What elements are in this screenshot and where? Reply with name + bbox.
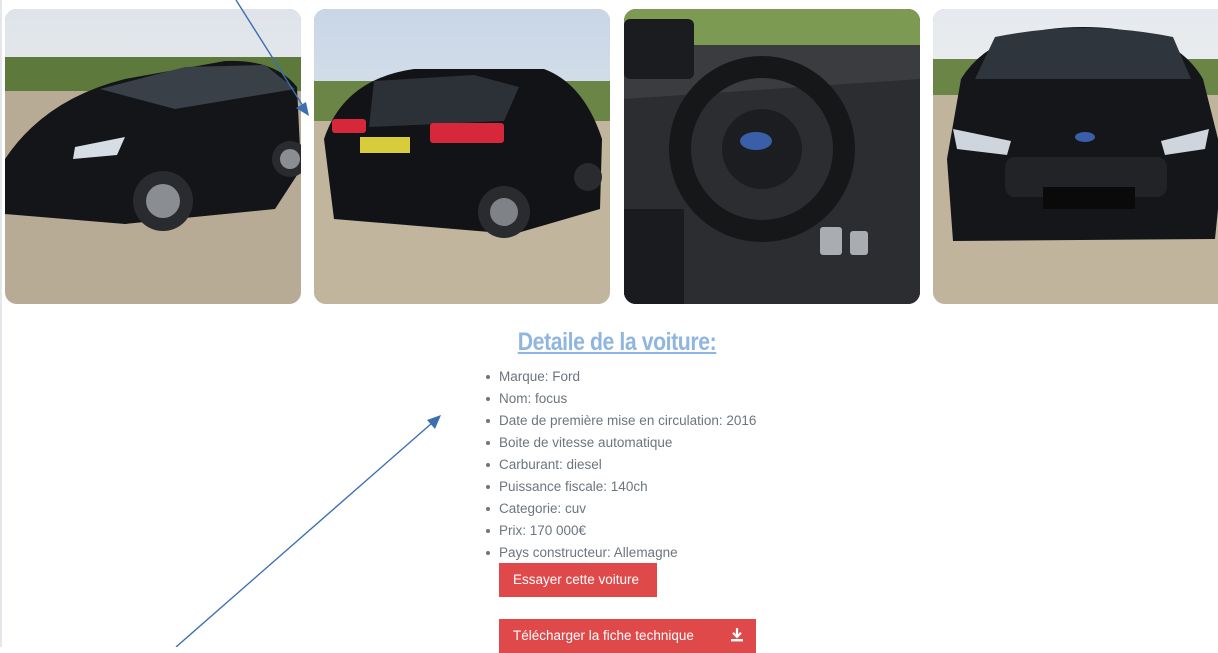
spec-text: Carburant: diesel [499,457,602,472]
spec-text: Date de première mise en circulation: 20… [499,413,757,428]
spec-text: Boite de vitesse automatique [499,435,673,450]
car-photo-front[interactable] [933,9,1218,304]
car-photo-interior[interactable] [624,9,920,304]
bullet-icon [486,485,490,489]
left-border [0,0,2,647]
bullet-icon [486,419,490,423]
bullet-icon [486,375,490,379]
spec-text: Categorie: cuv [499,501,587,516]
spec-item-brand: Marque: Ford [485,366,756,388]
bullet-icon [486,529,490,533]
car-photo-1-image [5,9,301,304]
download-spec-sheet-label: Télécharger la fiche technique [513,628,694,643]
car-photo-rear[interactable] [314,9,610,304]
try-car-label: Essayer cette voiture [513,572,640,587]
car-photo-4-image [933,9,1218,304]
spec-text: Prix: 170 000€ [499,523,587,538]
car-photo-front-three-quarter[interactable] [5,9,301,304]
spec-text: Pays constructeur: Allemagne [499,545,678,560]
bullet-icon [486,441,490,445]
photo-gallery [5,9,1218,304]
spec-text: Nom: focus [499,391,568,406]
download-icon [731,628,743,642]
spec-text: Marque: Ford [499,369,581,384]
car-photo-3-image [624,9,920,304]
annotation-arrow-bottom [175,415,441,647]
spec-item-gearbox: Boite de vitesse automatique [485,432,756,454]
spec-item-price: Prix: 170 000€ [485,520,756,542]
details-title: Detaile de la voiture: [517,328,717,356]
try-car-button[interactable]: Essayer cette voiture [499,563,657,597]
spec-item-country: Pays constructeur: Allemagne [485,542,756,564]
spec-item-first-registration: Date de première mise en circulation: 20… [485,410,756,432]
spec-item-tax-horsepower: Puissance fiscale: 140ch [485,476,756,498]
car-photo-2-image [314,9,610,304]
bullet-icon [486,551,490,555]
spec-item-name: Nom: focus [485,388,756,410]
specs-list: Marque: Ford Nom: focus Date de première… [485,366,756,564]
spec-item-category: Categorie: cuv [485,498,756,520]
spec-item-fuel: Carburant: diesel [485,454,756,476]
bullet-icon [486,463,490,467]
bullet-icon [486,507,490,511]
spec-text: Puissance fiscale: 140ch [499,479,648,494]
bullet-icon [486,397,490,401]
download-spec-sheet-button[interactable]: Télécharger la fiche technique [499,619,756,653]
